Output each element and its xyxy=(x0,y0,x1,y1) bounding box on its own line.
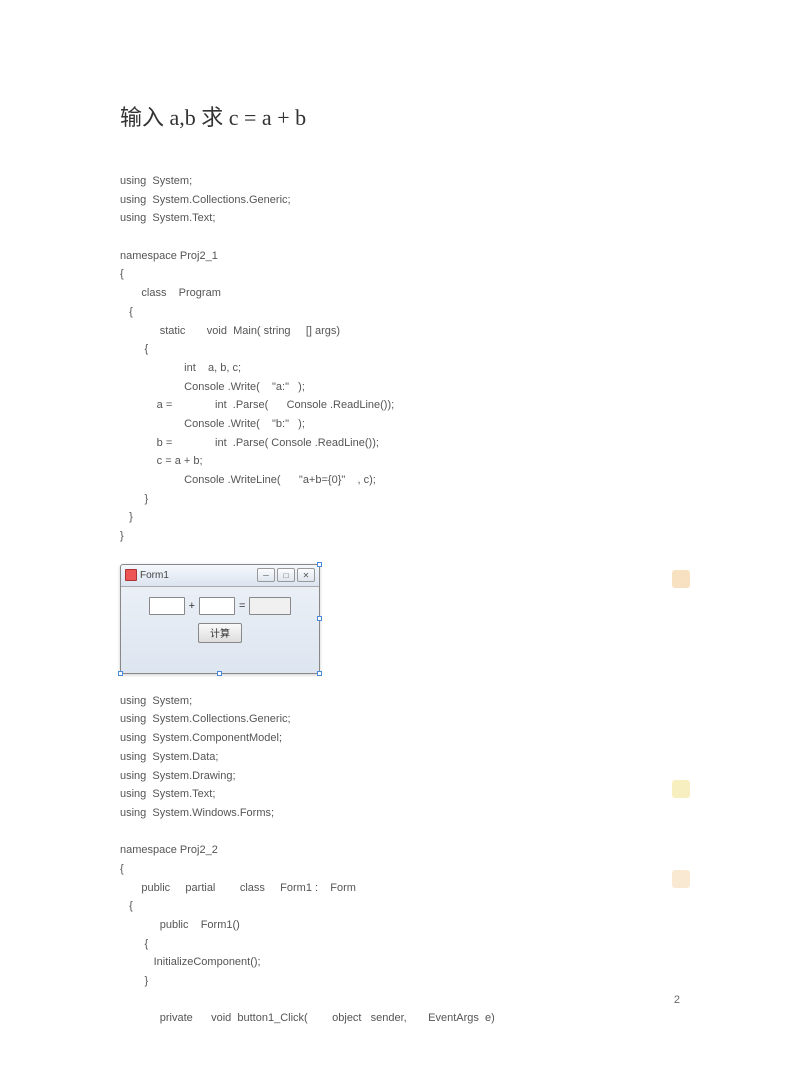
minimize-icon: ─ xyxy=(263,571,269,580)
form-body: + = 计算 xyxy=(121,587,319,649)
code-block-2: using System; using System.Collections.G… xyxy=(120,692,680,1028)
page-title: 输入 a,b 求 c = a + b xyxy=(120,100,680,132)
form-title: Form1 xyxy=(140,570,169,581)
resize-handle-icon xyxy=(217,671,222,676)
calc-button-label: 计算 xyxy=(210,625,230,640)
resize-handle-icon xyxy=(317,562,322,567)
textbox-result xyxy=(249,597,291,615)
page-number: 2 xyxy=(674,994,680,1006)
watermark-icon xyxy=(672,780,690,798)
textbox-a[interactable] xyxy=(149,597,185,615)
app-icon xyxy=(125,569,137,581)
input-row: + = xyxy=(149,597,292,615)
equals-label: = xyxy=(239,600,245,612)
form-titlebar: Form1 ─ □ ✕ xyxy=(121,565,319,587)
watermark-icon xyxy=(672,870,690,888)
textbox-b[interactable] xyxy=(199,597,235,615)
close-icon: ✕ xyxy=(303,571,310,580)
resize-handle-icon xyxy=(317,616,322,621)
maximize-icon: □ xyxy=(284,571,289,580)
document-page: 输入 a,b 求 c = a + b using System; using S… xyxy=(0,0,800,1068)
plus-label: + xyxy=(189,600,195,612)
resize-handle-icon xyxy=(317,671,322,676)
resize-handle-icon xyxy=(118,671,123,676)
close-button[interactable]: ✕ xyxy=(297,568,315,582)
form1-window: Form1 ─ □ ✕ + = 计算 xyxy=(120,564,320,674)
maximize-button[interactable]: □ xyxy=(277,568,295,582)
titlebar-left: Form1 xyxy=(125,569,169,581)
calculate-button[interactable]: 计算 xyxy=(198,623,242,643)
watermark-icon xyxy=(672,570,690,588)
window-buttons: ─ □ ✕ xyxy=(257,568,315,582)
minimize-button[interactable]: ─ xyxy=(257,568,275,582)
code-block-1: using System; using System.Collections.G… xyxy=(120,172,680,546)
